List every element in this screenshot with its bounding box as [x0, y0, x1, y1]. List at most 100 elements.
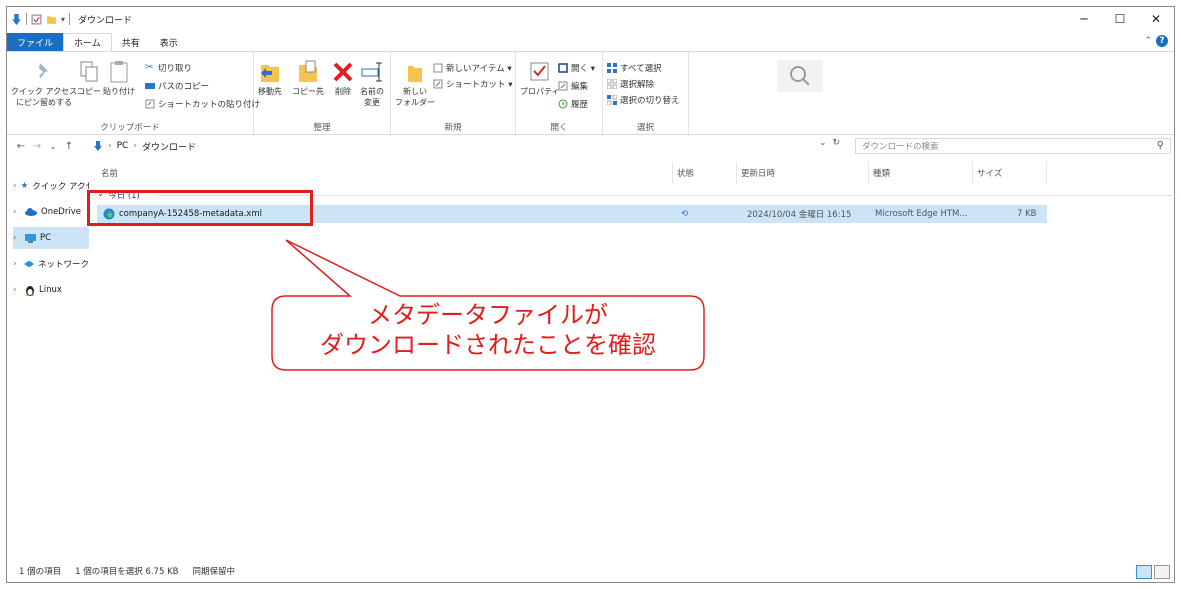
properties-button[interactable]: プロパティ [520, 60, 560, 97]
open-button[interactable]: 開く ▾ [558, 62, 595, 74]
select-all-button[interactable]: すべて選択 [607, 62, 662, 74]
pin-quick-access-button[interactable]: クイック アクセス にピン留めする [10, 60, 78, 108]
delete-button[interactable]: 削除 [332, 60, 354, 97]
column-header-modified[interactable]: 更新日時 [737, 162, 869, 184]
recent-locations-button[interactable]: ⌄ [45, 142, 61, 151]
callout-text: メタデータファイルが ダウンロードされたことを確認 [272, 290, 704, 370]
tab-view[interactable]: 表示 [150, 33, 188, 51]
paste-shortcut-button[interactable]: ショートカットの貼り付け [145, 98, 260, 110]
rename-button[interactable]: 名前の 変更 [360, 60, 384, 108]
tab-home[interactable]: ホーム [63, 33, 112, 51]
expand-chevron-icon[interactable]: › [13, 181, 17, 191]
column-header-status[interactable]: 状態 [673, 162, 737, 184]
nav-item-network[interactable]: › ネットワーク [13, 253, 89, 275]
breadcrumb-downloads[interactable]: ダウンロード [142, 140, 196, 153]
breadcrumb-pc[interactable]: PC [117, 141, 129, 151]
pc-icon [25, 233, 36, 243]
help-icon[interactable]: ? [1156, 35, 1168, 47]
group-new: 新しい フォルダー 新しいアイテム ▾ ショートカット ▾ 新規 [391, 52, 516, 136]
invert-selection-label: 選択の切り替え [620, 96, 680, 106]
properties-icon[interactable] [31, 14, 42, 25]
column-header-type[interactable]: 種類 [869, 162, 973, 184]
history-button[interactable]: 履歴 [558, 98, 588, 110]
minimize-button[interactable]: ─ [1066, 7, 1102, 31]
invert-selection-button[interactable]: 選択の切り替え [607, 94, 680, 106]
status-bar: 1 個の項目 1 個の項目を選択 6.75 KB 同期保留中 [7, 560, 1174, 582]
cut-button[interactable]: ✂ 切り取り [145, 62, 193, 75]
refresh-icon[interactable]: ↻ [833, 138, 841, 148]
copy-path-label: パスのコピー [158, 82, 210, 92]
shortcut-icon [433, 79, 443, 89]
select-none-button[interactable]: 選択解除 [607, 78, 654, 90]
breadcrumb-separator-icon: › [133, 141, 137, 151]
ribbon-collapse-icon[interactable]: ⌃ [1144, 36, 1152, 46]
tab-file[interactable]: ファイル [7, 33, 64, 51]
folder-icon[interactable] [46, 14, 57, 25]
linux-icon [26, 286, 34, 296]
delete-icon [333, 62, 353, 82]
cut-label: 切り取り [158, 64, 193, 74]
new-folder-button[interactable]: 新しい フォルダー [395, 60, 435, 108]
file-size: 7 KB [1017, 209, 1037, 219]
search-box[interactable]: ダウンロードの検索 ⚲ [855, 138, 1171, 154]
select-group-label: 選択 [636, 123, 654, 133]
nav-label: OneDrive [41, 207, 81, 217]
nav-label: PC [40, 233, 52, 243]
close-button[interactable]: ✕ [1138, 7, 1174, 31]
nav-item-linux[interactable]: › Linux [13, 279, 89, 301]
qa-dropdown-icon[interactable]: ▾ [61, 15, 65, 24]
edit-button[interactable]: 編集 [558, 80, 588, 92]
details-view-button[interactable] [1136, 565, 1152, 579]
column-headers: 名前 状態 更新日時 種類 サイズ [97, 162, 1057, 184]
rename-icon [361, 62, 382, 82]
address-bar[interactable]: › PC › ダウンロード [93, 138, 843, 154]
new-group-label: 新規 [444, 123, 462, 133]
maximize-button[interactable]: ☐ [1102, 7, 1138, 31]
column-header-size[interactable]: サイズ [973, 162, 1047, 184]
paste-button[interactable]: 貼り付け [103, 60, 135, 97]
expand-chevron-icon[interactable]: › [13, 259, 20, 269]
column-header-name[interactable]: 名前 [97, 162, 673, 184]
easy-access-button[interactable]: ショートカット ▾ [433, 78, 512, 90]
tab-share[interactable]: 共有 [112, 33, 150, 51]
group-select: すべて選択 選択解除 選択の切り替え 選択 [603, 52, 689, 136]
star-icon: ★ [20, 181, 29, 191]
address-dropdown-icon[interactable]: ⌄ [819, 138, 827, 148]
group-clipboard: クイック アクセス にピン留めする コピー 貼り付け ✂ 切り取り パスのコピー… [7, 52, 260, 136]
navigation-pane: › ★ クイック アクセス › OneDrive › PC › ネットワーク ›… [7, 159, 89, 559]
search-icon[interactable]: ⚲ [1157, 140, 1164, 151]
new-item-icon [433, 63, 443, 73]
copy-label: コピー [77, 87, 101, 96]
address-row: ← → ⌄ ↑ › PC › ダウンロード ⌄ ↻ ダウンロードの検索 ⚲ [7, 135, 1174, 157]
select-all-icon [607, 63, 617, 73]
expand-chevron-icon[interactable]: › [13, 207, 21, 217]
large-icons-view-button[interactable] [1154, 565, 1170, 579]
new-item-button[interactable]: 新しいアイテム ▾ [433, 62, 512, 74]
callout-line-1: メタデータファイルが [368, 301, 608, 329]
copy-path-button[interactable]: パスのコピー [145, 80, 209, 92]
expand-chevron-icon[interactable]: › [13, 233, 21, 243]
pin-label: クイック アクセス にピン留めする [10, 87, 78, 107]
nav-item-quick-access[interactable]: › ★ クイック アクセス [13, 175, 89, 197]
move-to-button[interactable]: 移動先 [258, 60, 282, 97]
rename-label: 名前の 変更 [360, 87, 384, 107]
copy-button[interactable]: コピー [77, 60, 101, 97]
forward-button[interactable]: → [29, 141, 45, 152]
callout-line-2: ダウンロードされたことを確認 [320, 331, 656, 359]
open-icon [558, 63, 568, 73]
breadcrumb-separator-icon: › [108, 141, 112, 151]
back-button[interactable]: ← [13, 141, 29, 152]
quick-access-toolbar: ▾ ダウンロード [7, 13, 132, 26]
copy-to-label: コピー先 [292, 87, 324, 96]
expand-chevron-icon[interactable]: › [13, 285, 21, 295]
nav-label: ネットワーク [37, 260, 89, 270]
status-selection: 1 個の項目を選択 6.75 KB [75, 567, 179, 577]
ribbon: クイック アクセス にピン留めする コピー 貼り付け ✂ 切り取り パスのコピー… [7, 51, 1174, 136]
nav-item-pc[interactable]: › PC [13, 227, 89, 249]
open-label: 開く ▾ [571, 64, 595, 74]
group-organize: 移動先 コピー先 削除 名前の 変更 整理 [254, 52, 391, 136]
up-button[interactable]: ↑ [61, 141, 77, 152]
nav-item-onedrive[interactable]: › OneDrive [13, 201, 89, 223]
copy-to-button[interactable]: コピー先 [292, 60, 324, 97]
sync-icon: ⟲ [681, 209, 689, 219]
